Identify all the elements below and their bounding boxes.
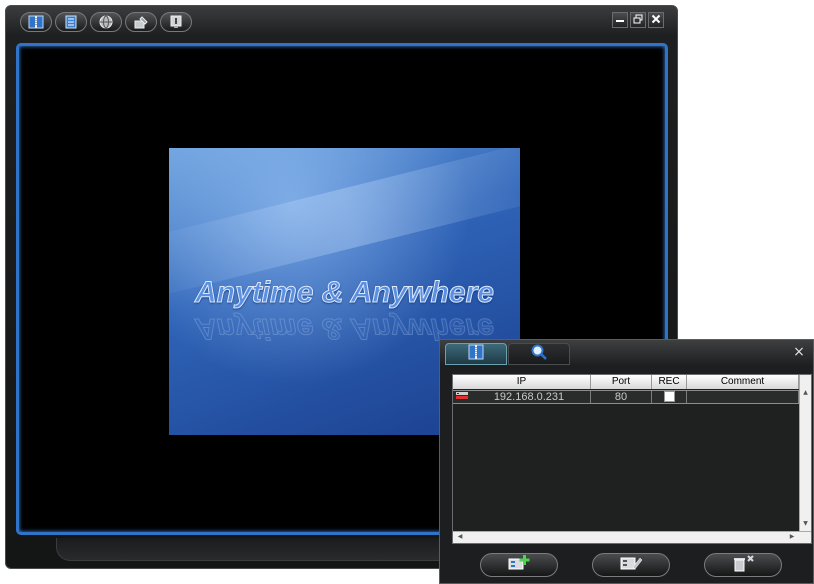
address-book-icon [468, 344, 484, 365]
minimize-icon [615, 11, 625, 29]
delete-device-button[interactable] [704, 553, 782, 577]
vertical-scrollbar[interactable]: ▲ ▼ [799, 375, 811, 531]
address-book-panel: × IP Port REC Comment 192.168.0.231 80 ▲… [439, 339, 814, 584]
add-device-icon [507, 554, 531, 577]
restore-icon [633, 11, 643, 29]
scroll-right-arrow-icon[interactable]: ▶ [787, 532, 797, 542]
scroll-up-arrow-icon[interactable]: ▲ [800, 388, 811, 398]
table-row[interactable]: 192.168.0.231 80 [453, 390, 799, 404]
tools-icon [133, 15, 149, 29]
magnifier-icon [530, 343, 548, 366]
network-button[interactable] [90, 12, 122, 32]
panel-titlebar: × [440, 340, 813, 367]
column-header-ip[interactable]: IP [453, 375, 591, 389]
scroll-down-arrow-icon[interactable]: ▼ [800, 519, 811, 529]
column-header-rec[interactable]: REC [652, 375, 687, 389]
info-button[interactable] [160, 12, 192, 32]
tab-address-book[interactable] [445, 343, 507, 365]
splash-title: Anytime & Anywhere [195, 276, 495, 310]
playback-bar [56, 538, 458, 561]
row-port: 80 [591, 391, 652, 403]
device-list: IP Port REC Comment 192.168.0.231 80 ▲ ▼… [452, 374, 812, 544]
horizontal-scrollbar[interactable]: ◀ ▶ [453, 531, 811, 543]
row-comment [687, 391, 799, 403]
tools-button[interactable] [125, 12, 157, 32]
globe-icon [98, 15, 114, 29]
column-header-port[interactable]: Port [591, 375, 652, 389]
address-book-button[interactable] [20, 12, 52, 32]
panel-close-button[interactable]: × [791, 344, 807, 360]
minimize-button[interactable] [612, 12, 628, 28]
info-icon [168, 15, 184, 29]
row-rec-cell [652, 391, 687, 403]
close-button[interactable] [648, 12, 664, 28]
device-list-header: IP Port REC Comment [453, 375, 799, 389]
tab-search[interactable] [508, 343, 570, 365]
log-button[interactable] [55, 12, 87, 32]
edit-device-icon [619, 554, 643, 577]
log-list-icon [63, 15, 79, 29]
dvr-device-icon [456, 391, 468, 404]
column-header-comment[interactable]: Comment [687, 375, 799, 389]
rec-checkbox[interactable] [663, 391, 675, 402]
delete-device-icon [731, 554, 755, 577]
scroll-left-arrow-icon[interactable]: ◀ [455, 532, 465, 542]
add-device-button[interactable] [480, 553, 558, 577]
edit-device-button[interactable] [592, 553, 670, 577]
address-book-icon [28, 15, 44, 29]
restore-button[interactable] [630, 12, 646, 28]
row-ip-cell: 192.168.0.231 [453, 391, 591, 403]
window-controls [612, 12, 664, 28]
row-ip: 192.168.0.231 [493, 391, 565, 403]
main-toolbar [20, 12, 192, 32]
close-icon [651, 11, 661, 29]
